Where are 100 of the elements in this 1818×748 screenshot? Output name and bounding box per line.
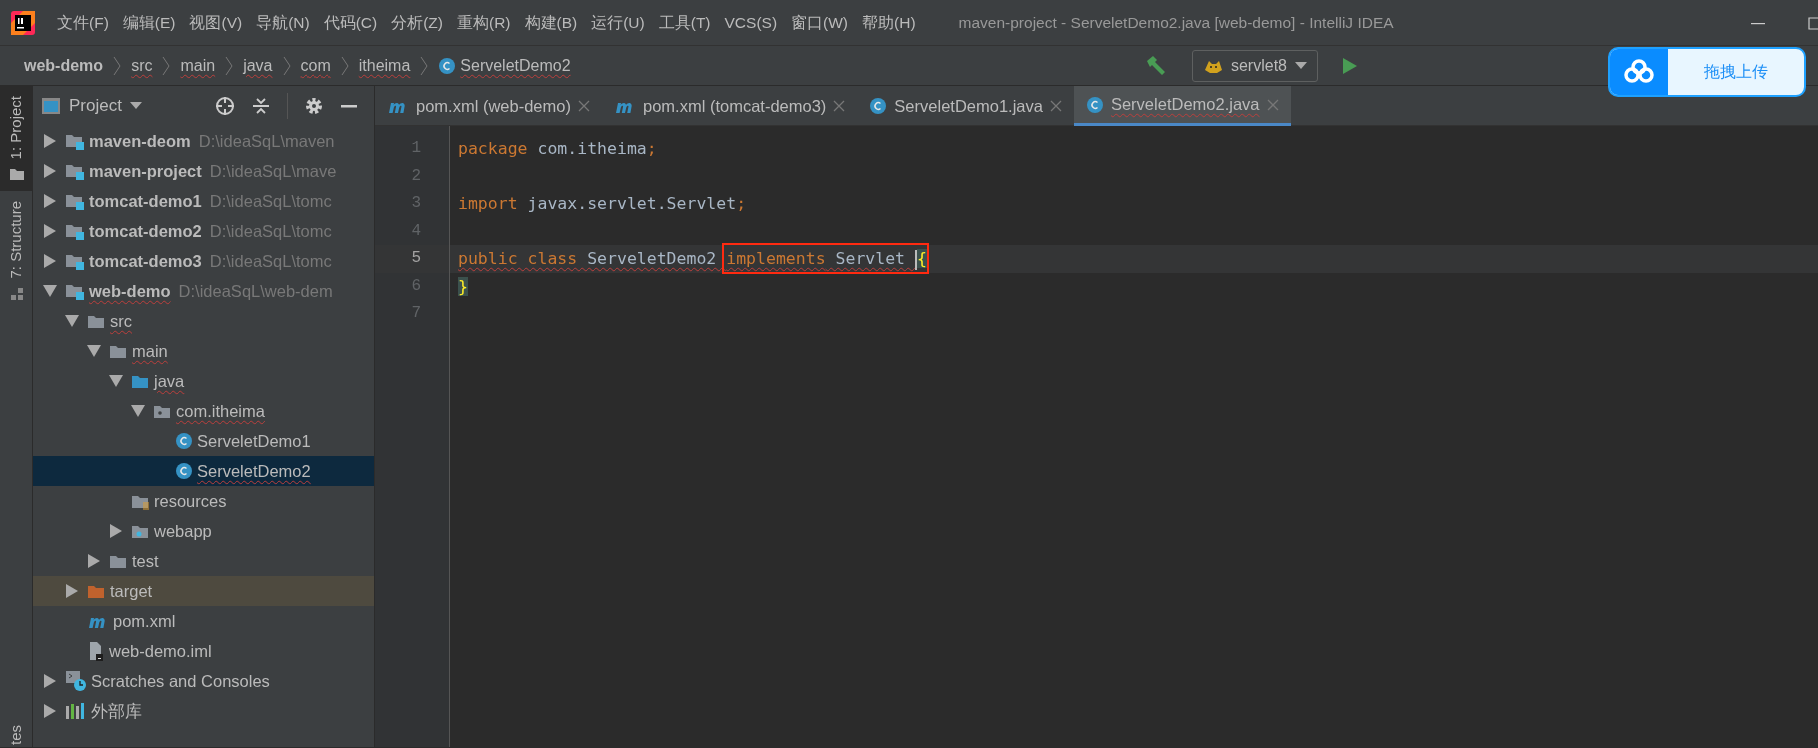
tree-row[interactable]: resources — [33, 486, 374, 516]
menu-item[interactable]: 编辑(E) — [115, 10, 183, 35]
class-icon — [438, 56, 457, 75]
tree-row[interactable]: tomcat-demo1 D:\ideaSqL\tomc — [33, 186, 374, 216]
caret-icon — [1295, 61, 1307, 70]
editor-tab[interactable]: pom.xml (tomcat-demo3) — [601, 86, 858, 126]
expanded-arrow-icon[interactable] — [43, 285, 57, 297]
tree-row[interactable]: Scratches and Consoles — [33, 666, 374, 696]
tree-row[interactable]: main — [33, 336, 374, 366]
code-token: package — [458, 139, 528, 158]
menu-item[interactable]: 窗口(W) — [784, 10, 856, 35]
excluded-folder-icon — [87, 583, 106, 599]
code-token: javax.servlet.Servlet — [526, 194, 737, 213]
structure-icon — [8, 286, 25, 301]
breadcrumb-item[interactable]: main — [172, 53, 224, 78]
tree-row[interactable]: tomcat-demo2 D:\ideaSqL\tomc — [33, 216, 374, 246]
breadcrumb-item[interactable]: java — [235, 53, 281, 78]
module-folder-icon — [65, 132, 85, 150]
library-icon — [65, 702, 87, 720]
breadcrumb-item[interactable]: itheima — [350, 53, 419, 78]
code-token: public class — [458, 249, 578, 268]
tree-row[interactable]: pom.xml — [33, 606, 374, 636]
settings-icon[interactable] — [304, 96, 324, 116]
collapsed-arrow-icon[interactable] — [44, 134, 56, 148]
menu-item[interactable]: 工具(T) — [651, 10, 718, 35]
collapsed-arrow-icon[interactable] — [44, 194, 56, 208]
menu-item[interactable]: 文件(F) — [50, 10, 116, 35]
editor-tab[interactable]: ServeletDemo1.java — [857, 86, 1074, 126]
upload-widget[interactable]: 拖拽上传 — [1608, 47, 1806, 97]
folder-icon — [8, 167, 25, 182]
tree-row[interactable]: tomcat-demo3 D:\ideaSqL\tomc — [33, 246, 374, 276]
class-icon — [869, 97, 888, 115]
panel-icon — [41, 97, 61, 115]
close-icon[interactable] — [577, 100, 590, 112]
tree-row[interactable]: web-demo D:\ideaSqL\web-dem — [33, 276, 374, 306]
close-icon[interactable] — [833, 100, 846, 112]
expanded-arrow-icon[interactable] — [131, 405, 145, 417]
module-folder-icon — [65, 282, 85, 300]
collapsed-arrow-icon[interactable] — [44, 224, 56, 238]
project-view-dropdown[interactable]: Project — [41, 93, 142, 119]
code-token: ; — [646, 139, 657, 158]
collapsed-arrow-icon[interactable] — [44, 704, 56, 718]
tree-row[interactable]: maven-project D:\ideaSqL\mave — [33, 156, 374, 186]
tree-row[interactable]: src — [33, 306, 374, 336]
breadcrumb-item[interactable]: ServeletDemo2 — [430, 53, 579, 78]
run-configuration-dropdown[interactable]: servlet8 — [1191, 49, 1318, 82]
menu-item[interactable]: 视图(V) — [182, 10, 250, 35]
maximize-icon[interactable] — [1806, 14, 1818, 31]
file-icon — [87, 641, 105, 661]
close-icon[interactable] — [1049, 100, 1062, 112]
tree-row[interactable]: 外部库 — [33, 696, 374, 726]
source-folder-icon — [131, 373, 150, 389]
tree-row[interactable]: webapp — [33, 516, 374, 546]
editor-tab[interactable]: ServeletDemo2.java — [1073, 86, 1291, 126]
tree-row[interactable]: java — [33, 366, 374, 396]
menu-item[interactable]: 导航(N) — [249, 10, 317, 35]
module-folder-icon — [65, 192, 85, 210]
cloud-icon — [1622, 59, 1656, 85]
run-icon[interactable] — [1342, 56, 1358, 75]
menu-item[interactable]: 代码(C) — [316, 10, 385, 35]
class-icon — [175, 432, 193, 450]
tree-row[interactable]: web-demo.iml — [33, 636, 374, 666]
collapsed-arrow-icon[interactable] — [44, 254, 56, 268]
expanded-arrow-icon[interactable] — [109, 375, 123, 387]
folder-icon — [109, 553, 128, 569]
locate-icon[interactable] — [215, 96, 235, 116]
menu-item[interactable]: 构建(B) — [517, 10, 585, 35]
collapse-all-icon[interactable] — [251, 96, 271, 116]
menu-item[interactable]: 重构(R) — [450, 10, 518, 35]
expanded-arrow-icon[interactable] — [87, 345, 101, 357]
menu-item[interactable]: 运行(U) — [584, 10, 652, 35]
tree-row[interactable]: target — [33, 576, 374, 606]
collapsed-arrow-icon[interactable] — [44, 164, 56, 178]
breadcrumb-item[interactable]: com — [292, 53, 339, 78]
web-folder-icon — [131, 523, 150, 539]
breadcrumb-item[interactable]: src — [123, 53, 161, 78]
code-token: com.itheima — [536, 139, 647, 158]
tree-row[interactable]: test — [33, 546, 374, 576]
tree-row[interactable]: maven-deom D:\ideaSqL\maven — [33, 126, 374, 156]
tool-window-tab[interactable]: 1: Project — [0, 86, 33, 192]
collapsed-arrow-icon[interactable] — [66, 584, 78, 598]
menu-item[interactable]: VCS(S) — [717, 10, 785, 35]
code-token: Servlet — [834, 249, 907, 268]
menu-item[interactable]: 分析(Z) — [384, 10, 450, 35]
collapsed-arrow-icon[interactable] — [88, 554, 100, 568]
tree-row[interactable]: ServeletDemo2 — [33, 456, 374, 486]
text-cursor — [915, 249, 917, 270]
menu-item[interactable]: 帮助(H) — [855, 10, 923, 35]
breadcrumb-item[interactable]: web-demo — [16, 53, 112, 78]
app-logo-icon — [10, 9, 36, 36]
collapsed-arrow-icon[interactable] — [110, 524, 122, 538]
tool-window-tab[interactable]: 7: Structure — [0, 191, 33, 311]
code-token: } — [458, 276, 468, 296]
collapsed-arrow-icon[interactable] — [44, 674, 56, 688]
expanded-arrow-icon[interactable] — [65, 315, 79, 327]
tree-row[interactable]: com.itheima — [33, 396, 374, 426]
tool-window-tab[interactable]: tes — [0, 725, 33, 747]
scratches-icon — [65, 670, 87, 692]
tree-row[interactable]: ServeletDemo1 — [33, 426, 374, 456]
editor-tab[interactable]: pom.xml (web-demo) — [375, 86, 602, 126]
